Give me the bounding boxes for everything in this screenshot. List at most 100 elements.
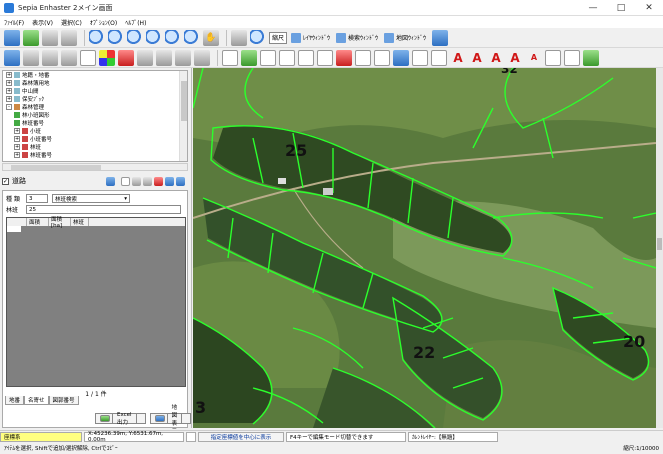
point-icon[interactable]	[545, 49, 561, 66]
map-display-button[interactable]: 地図表示	[149, 405, 192, 435]
text-b-icon[interactable]: A	[469, 50, 485, 66]
merge-icon[interactable]	[374, 49, 390, 66]
layer-copy-icon[interactable]	[42, 49, 58, 66]
excel-export-button[interactable]: Excel出力	[95, 412, 146, 426]
map-window-button[interactable]: 地図ｳｨﾝﾄﾞｳ	[384, 32, 426, 43]
tree-item[interactable]: + 地籍・地番	[3, 71, 187, 79]
text-a-icon[interactable]: A	[450, 50, 466, 66]
zoom-full-icon[interactable]	[165, 29, 181, 46]
road-checkbox[interactable]: ✓	[2, 177, 9, 185]
open-icon[interactable]	[4, 29, 20, 46]
new-doc-icon[interactable]	[121, 176, 130, 186]
text-d-icon[interactable]: A	[507, 50, 523, 66]
layer-paste-icon[interactable]	[61, 49, 77, 66]
scale-combo[interactable]: 縮尺	[269, 31, 288, 44]
tree-item[interactable]: - 森林管理	[3, 103, 187, 111]
map-scrollbar[interactable]	[656, 68, 663, 428]
zoom-in-icon[interactable]	[89, 29, 105, 46]
tab-chiban[interactable]: 地番	[5, 396, 25, 405]
tree-item[interactable]: + 中山間	[3, 87, 187, 95]
menu-select[interactable]: 選択(C)	[61, 18, 82, 27]
text-c-icon[interactable]: A	[488, 50, 504, 66]
line-icon[interactable]	[260, 49, 276, 66]
select-check-icon[interactable]	[241, 49, 257, 66]
print-icon[interactable]	[42, 29, 58, 46]
tree-item[interactable]: 林小班図形	[3, 111, 187, 119]
scale-search-icon[interactable]	[250, 29, 266, 46]
minimize-icon[interactable]: —	[579, 0, 607, 16]
tab-zukaku[interactable]: 図郭番号	[48, 396, 79, 405]
pen-icon[interactable]	[80, 49, 96, 66]
import-doc-icon[interactable]	[176, 176, 185, 186]
polygon-icon[interactable]	[298, 49, 314, 66]
settings-icon[interactable]	[156, 49, 172, 66]
status-checkbox[interactable]	[186, 431, 196, 442]
pointer-icon[interactable]	[222, 49, 238, 66]
curve-icon[interactable]	[317, 49, 333, 66]
save-icon[interactable]	[23, 29, 39, 46]
text-e-icon[interactable]: A	[526, 50, 542, 66]
tree-hscroll-thumb[interactable]	[11, 165, 101, 170]
col-header[interactable]: 面積	[27, 218, 49, 226]
tree-scroll-thumb[interactable]	[181, 81, 187, 121]
preview-icon[interactable]	[61, 29, 77, 46]
panel-info-icon[interactable]	[106, 176, 115, 186]
menu-help[interactable]: ﾍﾙﾌﾟ(H)	[125, 18, 146, 27]
tree-hscrollbar[interactable]	[2, 163, 188, 171]
document-icon[interactable]	[194, 49, 210, 66]
snap-icon[interactable]	[431, 49, 447, 66]
delete-doc-icon[interactable]	[154, 176, 163, 186]
col-header[interactable]	[7, 218, 27, 226]
arrow-line-icon[interactable]	[564, 49, 580, 66]
tree-item[interactable]: 林班番号	[3, 119, 187, 127]
paste-icon[interactable]	[23, 49, 39, 66]
map-scroll-thumb[interactable]	[657, 238, 662, 250]
pan-hand-icon[interactable]: ✋	[203, 29, 219, 46]
layer-window-button[interactable]: ﾚｲﾔｳｨﾝﾄﾞｳ	[291, 32, 330, 43]
fill-icon[interactable]	[583, 49, 599, 66]
type-combo[interactable]: 林班検索 ▾	[52, 194, 130, 203]
menu-view[interactable]: 表示(V)	[32, 18, 53, 27]
row-selector[interactable]	[7, 226, 21, 232]
copy-icon[interactable]	[4, 49, 20, 66]
save-doc-icon[interactable]	[143, 176, 152, 186]
close-icon[interactable]: ✕	[635, 0, 663, 16]
type-input[interactable]: 3	[26, 194, 48, 203]
tree-item[interactable]: + 林班	[3, 143, 187, 151]
split-icon[interactable]	[355, 49, 371, 66]
cross-icon[interactable]	[393, 49, 409, 66]
tree-scrollbar[interactable]	[179, 71, 187, 161]
tree-item[interactable]: + 林班番号	[3, 151, 187, 159]
grid-icon[interactable]	[231, 29, 247, 46]
coordinate-system-select[interactable]: 座標系	[0, 431, 82, 442]
maximize-icon[interactable]: □	[607, 0, 635, 16]
col-header[interactable]: 面積[ha]	[49, 217, 71, 229]
help-icon[interactable]	[432, 29, 449, 46]
edit-icon[interactable]	[175, 49, 191, 66]
measure-icon[interactable]	[137, 49, 153, 66]
open-doc-icon[interactable]	[132, 176, 141, 186]
tab-nayose[interactable]: 名寄せ	[24, 396, 49, 405]
zoom-out-icon[interactable]	[108, 29, 124, 46]
dashed-icon[interactable]	[412, 49, 428, 66]
stamp-icon[interactable]	[118, 49, 134, 66]
color-palette-icon[interactable]	[99, 49, 115, 66]
map-view[interactable]: 25 22 20 3 32	[193, 68, 656, 428]
menu-file[interactable]: ﾌｧｲﾙ(F)	[4, 18, 24, 27]
menu-option[interactable]: ｵﾌﾟｼｮﾝ(O)	[90, 18, 117, 27]
id-input[interactable]: 25	[26, 205, 181, 214]
delete-vertex-icon[interactable]	[336, 49, 352, 66]
tree-item[interactable]: + 小班	[3, 127, 187, 135]
tree-item[interactable]: + 森林簿用地	[3, 79, 187, 87]
search-window-button[interactable]: 検索ｳｨﾝﾄﾞｳ	[336, 32, 378, 43]
aerial-map[interactable]	[193, 68, 656, 428]
zoom-plus-icon[interactable]	[127, 29, 143, 46]
polyline-icon[interactable]	[279, 49, 295, 66]
tree-item[interactable]: + 保安ﾌﾞｯｸ	[3, 95, 187, 103]
tree-item[interactable]: + 小班番号	[3, 135, 187, 143]
export-doc-icon[interactable]	[165, 176, 174, 186]
zoom-minus-icon[interactable]	[146, 29, 162, 46]
col-header[interactable]: 林班	[71, 218, 89, 226]
zoom-window-icon[interactable]	[184, 29, 200, 46]
center-display-button[interactable]: 指定座標値を中心に表示	[198, 431, 284, 442]
